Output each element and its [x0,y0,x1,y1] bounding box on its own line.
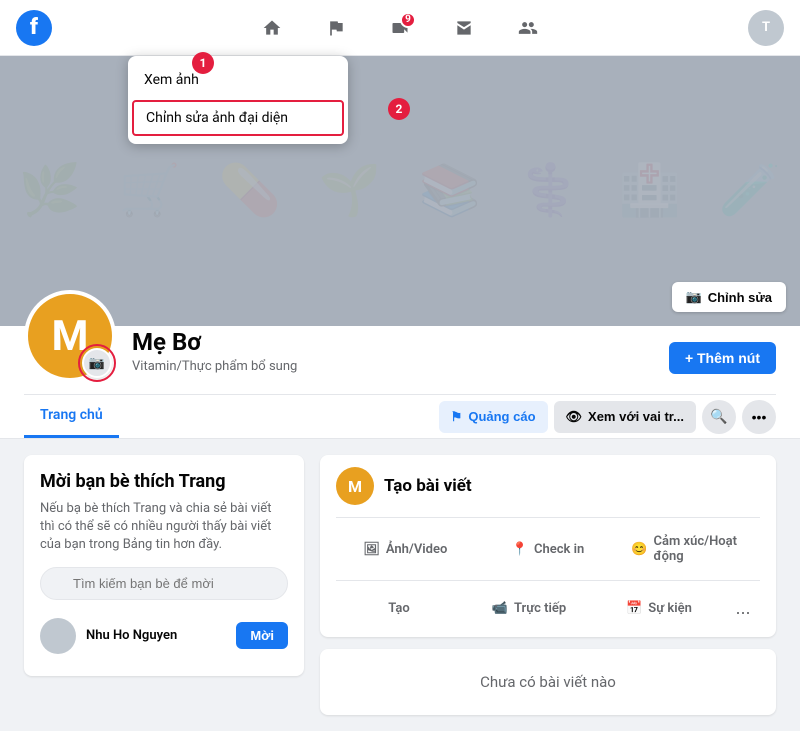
photo-video-label: Ảnh/Video [386,542,447,557]
profile-info-row: M 📷 Mẹ Bơ Vitamin/Thực phẩm bổ sung + Th… [24,326,776,395]
create-label-btn[interactable]: Tạo [336,591,462,625]
nav-center: 9 [252,8,548,48]
edit-avatar-label: Chỉnh sửa ảnh đại diện [146,110,288,126]
live-btn[interactable]: 📹 Trực tiếp [466,591,592,625]
right-panel: M Tạo bài viết 🖼 Ảnh/Video 📍 Check in 😊 … [320,455,776,715]
post-create-row: Tạo 📹 Trực tiếp 📅 Sự kiện ... [336,580,760,625]
step-1-badge: 1 [192,52,214,74]
search-tab-btn[interactable]: 🔍 [702,400,736,434]
home-nav-icon[interactable] [252,8,292,48]
user-avatar-nav[interactable]: T [748,10,784,46]
camera-cover-icon: 📷 [686,289,702,305]
tab-trang-chu[interactable]: Trang chủ [24,395,119,438]
checkin-btn[interactable]: 📍 Check in [479,528,618,570]
invite-card-desc: Nếu bạ bè thích Trang và chia sẻ bài viế… [40,500,288,555]
add-button[interactable]: + Thêm nút [669,342,776,374]
feeling-btn[interactable]: 😊 Cảm xúc/Hoạt động [621,528,760,570]
main-content: Mời bạn bè thích Trang Nếu bạ bè thích T… [0,439,800,731]
more-dots-icon: ... [735,598,750,619]
event-label: Sự kiện [648,601,692,616]
profile-category: Vitamin/Thực phẩm bổ sung [132,359,653,374]
profile-avatar-container: M 📷 [24,290,116,382]
left-panel: Mời bạn bè thích Trang Nếu bạ bè thích T… [24,455,304,715]
xem-vai-tro-tab[interactable]: 👁 Xem với vai tr... [554,401,696,433]
feeling-label: Cảm xúc/Hoạt động [654,534,750,564]
flag-tab-icon: ⚑ [451,409,463,425]
post-actions-row: 🖼 Ảnh/Video 📍 Check in 😊 Cảm xúc/Hoạt độ… [336,517,760,570]
view-photo-label: Xem ảnh [144,72,199,88]
smile-icon: 😊 [631,542,647,557]
create-post-card: M Tạo bài viết 🖼 Ảnh/Video 📍 Check in 😊 … [320,455,776,637]
search-friends-input[interactable] [40,567,288,600]
friend-row: Nhu Ho Nguyen Mời [40,612,288,660]
edit-cover-button[interactable]: 📷 Chỉnh sửa [672,282,787,312]
photo-video-btn[interactable]: 🖼 Ảnh/Video [336,528,475,570]
photo-icon: 🖼 [363,542,380,557]
flag-nav-icon[interactable] [316,8,356,48]
context-menu: Xem ảnh Chỉnh sửa ảnh đại diện [128,56,348,144]
people-nav-icon[interactable] [508,8,548,48]
camera-button[interactable]: 📷 [82,348,112,378]
view-photo-menu-item[interactable]: Xem ảnh [128,62,348,98]
checkin-label: Check in [534,542,584,557]
top-navigation: f 9 T [0,0,800,56]
edit-cover-label: Chỉnh sửa [708,290,772,305]
profile-actions: + Thêm nút [669,342,776,382]
create-post-title: Tạo bài viết [384,476,472,496]
xem-vai-tro-label: Xem với vai tr... [588,409,684,424]
create-text-label: Tạo [388,601,409,616]
friend-avatar [40,618,76,654]
add-button-label: + Thêm nút [685,350,760,366]
no-posts-card: Chưa có bài viết nào [320,649,776,715]
invite-friend-button[interactable]: Mời [236,622,288,649]
create-post-header: M Tạo bài viết [336,467,760,505]
video-badge: 9 [400,12,416,28]
location-icon: 📍 [512,542,528,557]
profile-section: M 📷 Mẹ Bơ Vitamin/Thực phẩm bổ sung + Th… [0,326,800,395]
step-2-badge: 2 [388,98,410,120]
tab-actions: ⚑ Quảng cáo 👁 Xem với vai tr... 🔍 ••• [439,400,776,434]
profile-tabs: Trang chủ ⚑ Quảng cáo 👁 Xem với vai tr..… [0,395,800,439]
more-tab-btn[interactable]: ••• [742,400,776,434]
live-icon: 📹 [492,601,508,616]
event-btn[interactable]: 📅 Sự kiện [596,591,722,625]
profile-name: Mẹ Bơ [132,328,653,357]
invite-friends-card: Mời bạn bè thích Trang Nếu bạ bè thích T… [24,455,304,676]
quang-cao-tab[interactable]: ⚑ Quảng cáo [439,401,548,433]
more-post-btn[interactable]: ... [726,591,760,625]
nav-left: f [16,10,52,46]
store-nav-icon[interactable] [444,8,484,48]
invite-card-title: Mời bạn bè thích Trang [40,471,288,492]
cover-photo-area: 🌿 🛒 💊 🌱 📚 ⚕️ 🏥 🧪 📷 Chỉnh sửa [0,56,800,326]
nav-right: T [748,10,784,46]
post-avatar: M [336,467,374,505]
facebook-logo: f [16,10,52,46]
quang-cao-label: Quảng cáo [468,409,535,424]
no-posts-label: Chưa có bài viết nào [480,673,616,691]
video-nav-icon[interactable]: 9 [380,8,420,48]
edit-avatar-menu-item[interactable]: Chỉnh sửa ảnh đại diện [132,100,344,136]
live-label: Trực tiếp [514,601,566,616]
friend-name: Nhu Ho Nguyen [86,628,226,643]
eye-icon: 👁 [566,409,583,425]
camera-icon: 📷 [89,356,105,371]
calendar-icon: 📅 [626,601,642,616]
profile-name-area: Mẹ Bơ Vitamin/Thực phẩm bổ sung [132,328,653,382]
search-friends-wrapper [40,567,288,600]
